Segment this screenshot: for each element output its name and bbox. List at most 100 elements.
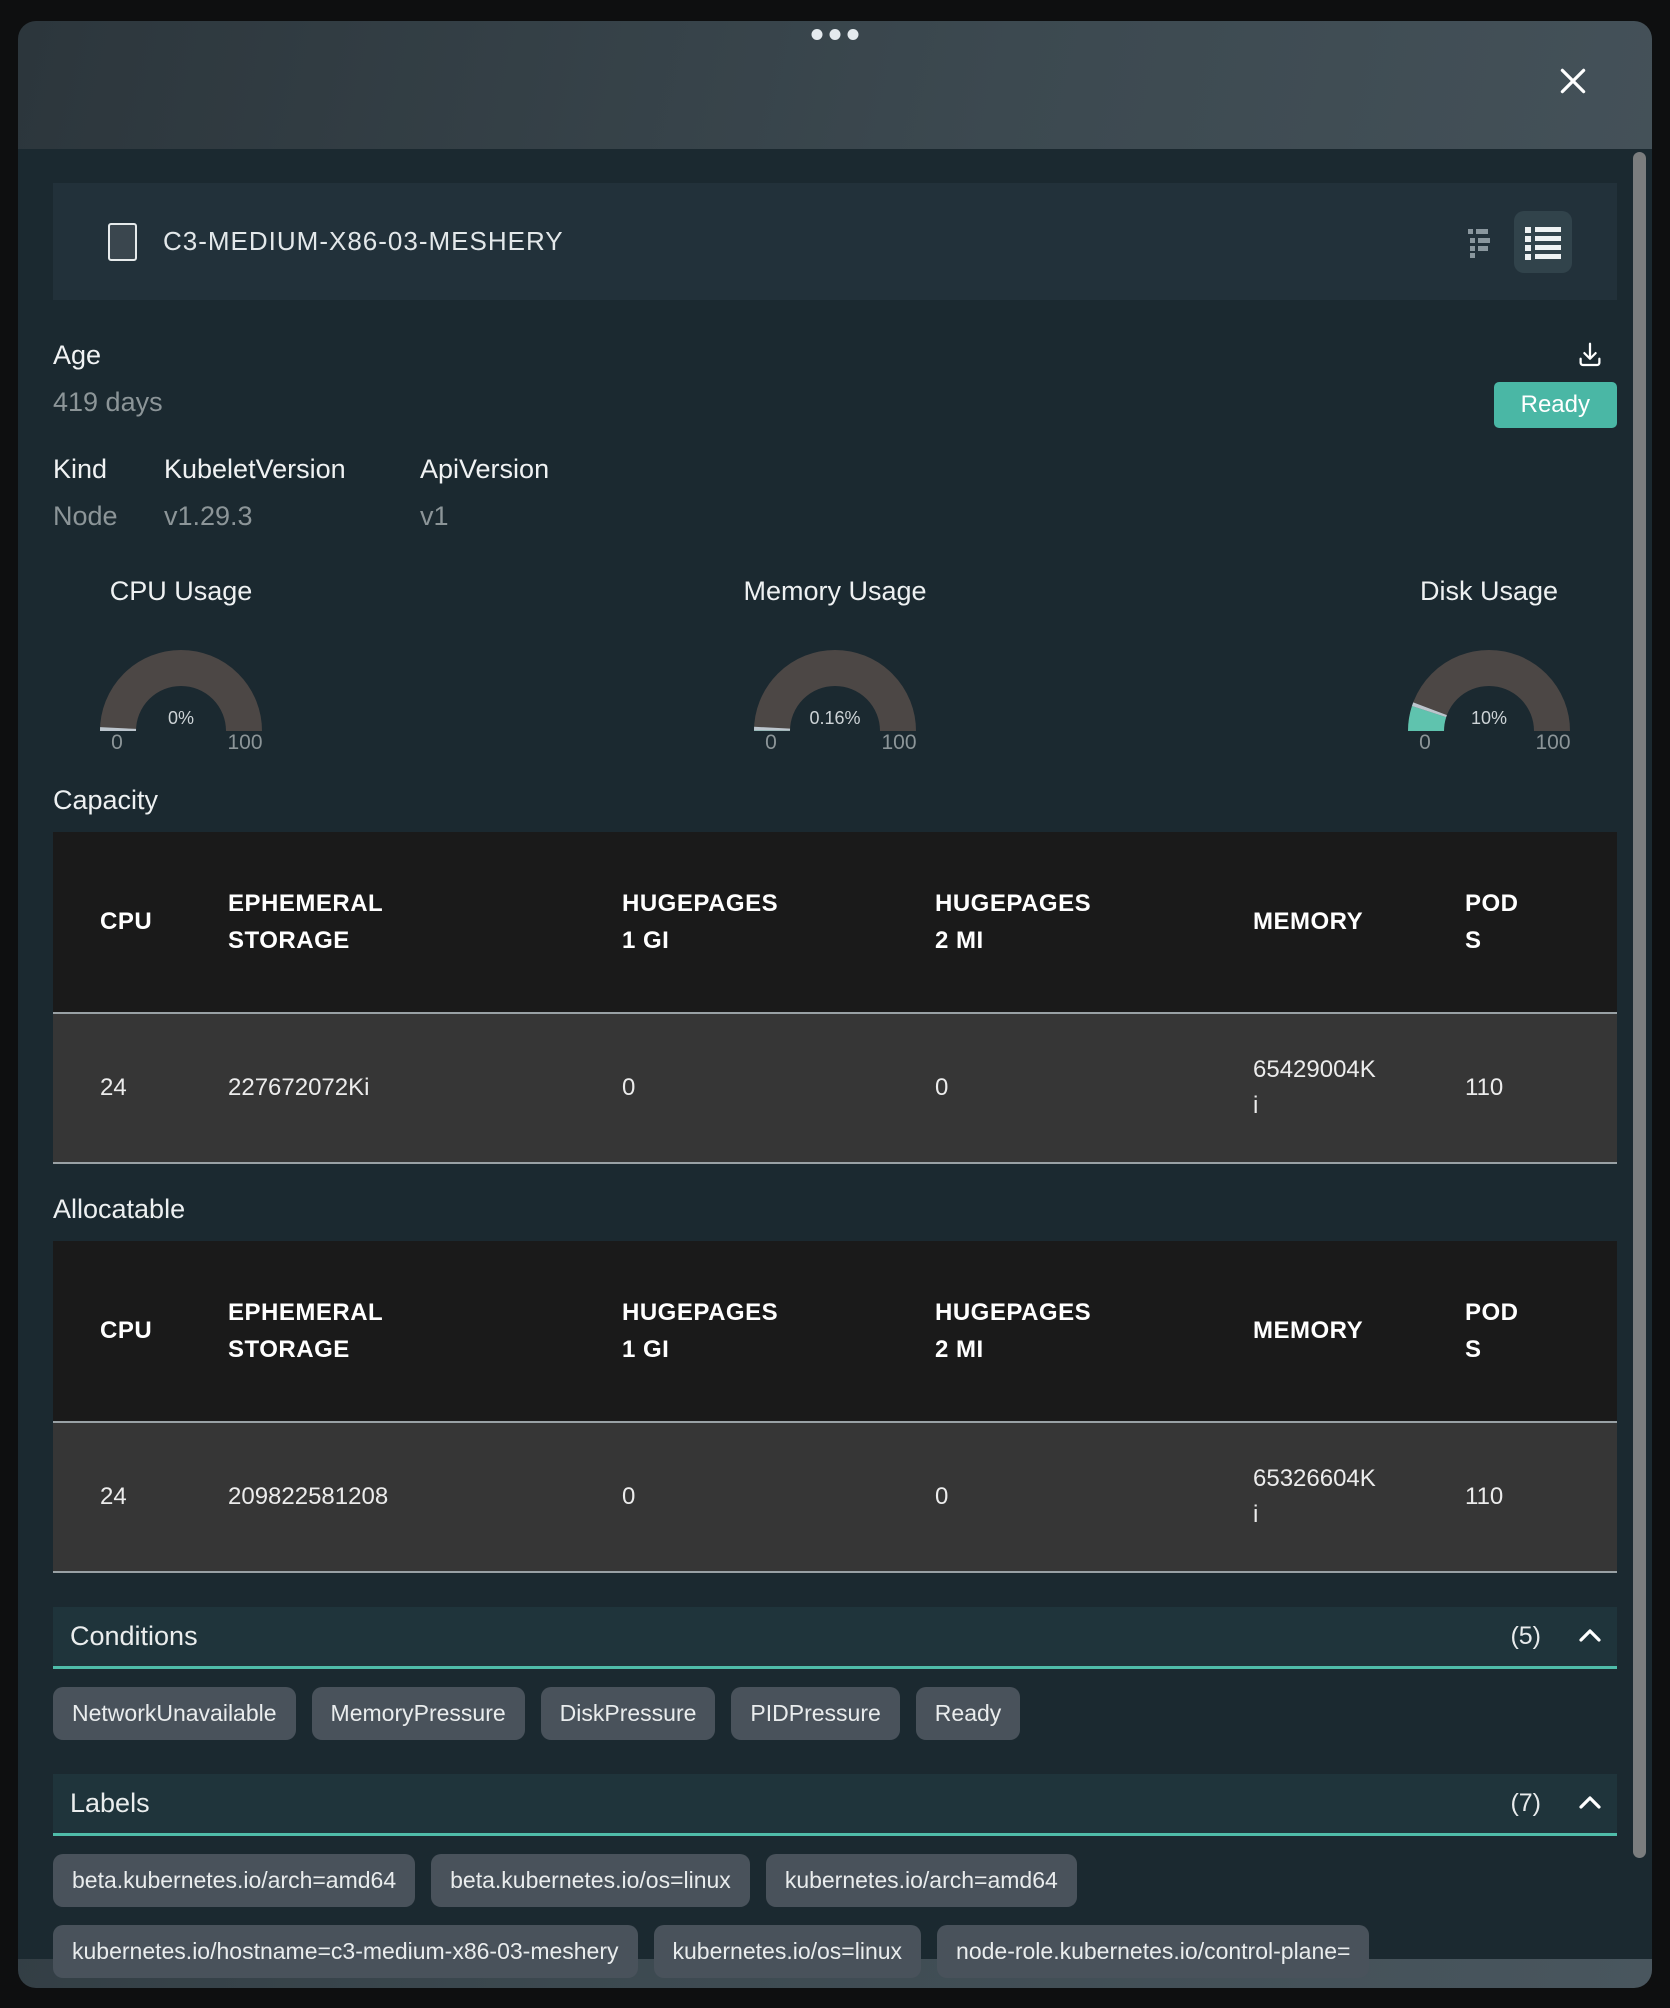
- conditions-count: (5): [1510, 1622, 1541, 1651]
- age-value: 419 days: [53, 387, 163, 418]
- capacity-heading: Capacity: [53, 785, 1617, 816]
- scrollbar-thumb[interactable]: [1633, 152, 1646, 1858]
- node-title: C3-MEDIUM-X86-03-MESHERY: [163, 226, 1468, 257]
- table-cell: 0: [935, 1479, 1253, 1515]
- table-cell: 0: [622, 1479, 935, 1515]
- capacity-table-row: 24227672072Ki0065429004Ki110: [53, 1012, 1617, 1164]
- label-chip: beta.kubernetes.io/arch=amd64: [53, 1854, 415, 1907]
- close-icon: [1556, 86, 1590, 101]
- modal-content: C3-MEDIUM-X86-03-MESHERY: [18, 149, 1652, 1959]
- meta-value: Node: [53, 501, 164, 532]
- table-cell: 110: [1465, 1070, 1617, 1106]
- meta-label: Kind: [53, 454, 164, 485]
- gauge-min: 0: [1403, 731, 1447, 755]
- node-title-card: C3-MEDIUM-X86-03-MESHERY: [53, 183, 1617, 300]
- allocatable-table-row: 242098225812080065326604Ki110: [53, 1421, 1617, 1573]
- table-cell: 24: [100, 1479, 228, 1515]
- list-view-icon[interactable]: [1514, 211, 1572, 273]
- gauge-title: Disk Usage: [1371, 576, 1607, 607]
- labels-chips-row: beta.kubernetes.io/arch=amd64 beta.kubern…: [53, 1854, 1617, 1907]
- cpu-usage-gauge: CPU Usage 0% 0 100: [63, 576, 299, 755]
- gauge-percent: 0%: [63, 708, 299, 729]
- labels-section-bar: Labels (7): [53, 1774, 1617, 1836]
- column-header: PODS: [1465, 885, 1617, 959]
- column-header: EPHEMERAL STORAGE: [228, 1294, 622, 1368]
- age-status-row: Age 419 days Ready: [53, 340, 1617, 428]
- column-header: EPHEMERAL STORAGE: [228, 885, 622, 959]
- meta-value: v1: [420, 501, 549, 532]
- meta-label: KubeletVersion: [164, 454, 420, 485]
- page-background: C3-MEDIUM-X86-03-MESHERY: [0, 0, 1670, 2008]
- chevron-up-icon: [1579, 1796, 1601, 1812]
- condition-chip: NetworkUnavailable: [53, 1687, 296, 1740]
- gauge-percent: 10%: [1371, 708, 1607, 729]
- column-header: CPU: [100, 1312, 228, 1349]
- condition-chip: Ready: [916, 1687, 1020, 1740]
- table-cell: 227672072Ki: [228, 1070, 622, 1106]
- meta-label: ApiVersion: [420, 454, 549, 485]
- status-badge: Ready: [1494, 382, 1617, 428]
- allocatable-table: CPUEPHEMERAL STORAGEHUGEPAGES 1 GIHUGEPA…: [53, 1241, 1617, 1573]
- gauge-max: 100: [223, 731, 267, 755]
- gauge-min: 0: [749, 731, 793, 755]
- capacity-table-header: CPUEPHEMERAL STORAGEHUGEPAGES 1 GIHUGEPA…: [53, 832, 1617, 1012]
- condition-chip: MemoryPressure: [312, 1687, 525, 1740]
- gauge-percent: 0.16%: [717, 708, 953, 729]
- chevron-up-icon: [1579, 1629, 1601, 1645]
- meta-value: v1.29.3: [164, 501, 420, 532]
- column-header: HUGEPAGES 2 MI: [935, 885, 1253, 959]
- allocatable-heading: Allocatable: [53, 1194, 1617, 1225]
- meta-row: Kind Node KubeletVersion v1.29.3 ApiVers…: [53, 454, 1617, 532]
- table-cell: 209822581208: [228, 1479, 622, 1515]
- config-view-icon[interactable]: [1468, 226, 1492, 258]
- gauge-max: 100: [877, 731, 921, 755]
- meta-column: ApiVersion v1: [420, 454, 549, 532]
- table-cell: 0: [935, 1070, 1253, 1106]
- gauge-min: 0: [95, 731, 139, 755]
- column-header: HUGEPAGES 1 GI: [622, 885, 935, 959]
- condition-chip: PIDPressure: [731, 1687, 899, 1740]
- usage-gauges: CPU Usage 0% 0 100 Memory Usage: [53, 576, 1617, 755]
- gauge-title: Memory Usage: [717, 576, 953, 607]
- label-chip: kubernetes.io/arch=amd64: [766, 1854, 1077, 1907]
- column-header: PODS: [1465, 1294, 1617, 1368]
- label-chip: kubernetes.io/hostname=c3-medium-x86-03-…: [53, 1925, 638, 1978]
- table-cell: 65326604Ki: [1253, 1461, 1465, 1533]
- table-cell: 24: [100, 1070, 228, 1106]
- age-label: Age: [53, 340, 163, 371]
- gauge-max: 100: [1531, 731, 1575, 755]
- close-button[interactable]: [1554, 63, 1592, 101]
- column-header: CPU: [100, 903, 228, 940]
- labels-collapse-button[interactable]: [1579, 1796, 1601, 1812]
- column-header: HUGEPAGES 1 GI: [622, 1294, 935, 1368]
- column-header: HUGEPAGES 2 MI: [935, 1294, 1253, 1368]
- memory-usage-gauge: Memory Usage 0.16% 0 100: [717, 576, 953, 755]
- disk-usage-gauge: Disk Usage 10% 0 100: [1371, 576, 1607, 755]
- node-details-modal: C3-MEDIUM-X86-03-MESHERY: [18, 21, 1652, 1988]
- capacity-table: CPUEPHEMERAL STORAGEHUGEPAGES 1 GIHUGEPA…: [53, 832, 1617, 1164]
- table-cell: 0: [622, 1070, 935, 1106]
- drag-handle-dots[interactable]: [812, 29, 859, 40]
- table-cell: 65429004Ki: [1253, 1052, 1465, 1124]
- column-header: MEMORY: [1253, 1312, 1465, 1349]
- conditions-collapse-button[interactable]: [1579, 1629, 1601, 1645]
- label-chip: node-role.kubernetes.io/control-plane=: [937, 1925, 1369, 1978]
- column-header: MEMORY: [1253, 903, 1465, 940]
- condition-chip: DiskPressure: [541, 1687, 716, 1740]
- allocatable-table-header: CPUEPHEMERAL STORAGEHUGEPAGES 1 GIHUGEPA…: [53, 1241, 1617, 1421]
- labels-chips-row: kubernetes.io/hostname=c3-medium-x86-03-…: [53, 1925, 1617, 1978]
- labels-count: (7): [1510, 1789, 1541, 1818]
- download-icon[interactable]: [1575, 340, 1605, 370]
- conditions-heading: Conditions: [70, 1621, 198, 1652]
- conditions-section-bar: Conditions (5): [53, 1607, 1617, 1669]
- view-toggle-group: [1468, 211, 1572, 273]
- gauge-title: CPU Usage: [63, 576, 299, 607]
- node-checkbox[interactable]: [108, 223, 137, 261]
- labels-heading: Labels: [70, 1788, 150, 1819]
- label-chip: kubernetes.io/os=linux: [654, 1925, 922, 1978]
- table-cell: 110: [1465, 1479, 1617, 1515]
- label-chip: beta.kubernetes.io/os=linux: [431, 1854, 750, 1907]
- meta-column: Kind Node: [53, 454, 164, 532]
- meta-column: KubeletVersion v1.29.3: [164, 454, 420, 532]
- conditions-chips: NetworkUnavailable MemoryPressure DiskPres…: [53, 1687, 1617, 1740]
